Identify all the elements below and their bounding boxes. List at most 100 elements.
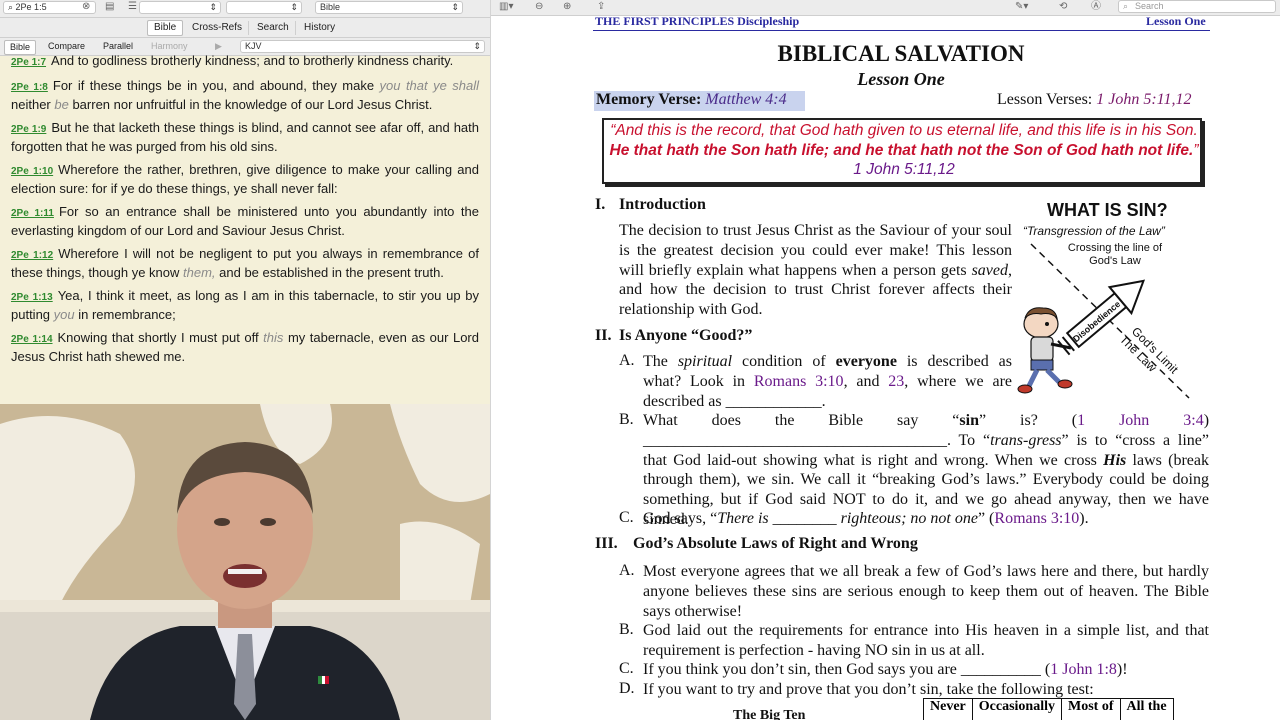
verse-row: 2Pe 1:11 For so an entrance shall be mini… — [11, 203, 479, 239]
tab-cross-refs[interactable]: Cross-Refs — [186, 21, 250, 35]
text-run: If you think you don’t sin, then God say… — [643, 661, 1051, 678]
module-select[interactable]: Bible ⇕ — [315, 1, 463, 14]
text-run: God says, “ — [643, 510, 718, 527]
1-john-3-4-link[interactable]: 1 John 3:4 — [1077, 412, 1204, 429]
chevron-updown-icon: ⇕ — [209, 2, 217, 12]
translation-value: KJV — [245, 41, 262, 51]
verse-row: 2Pe 1:14 Knowing that shortly I must put … — [11, 329, 479, 365]
item-3d-text: If you want to try and prove that you do… — [643, 681, 1094, 698]
big-ten-table: Never Occasionally Most of All the — [923, 698, 1174, 720]
module-select-value: Bible — [320, 2, 341, 12]
key-verse-text: “And this is the record, that God hath g… — [608, 121, 1200, 180]
verse-row: 2Pe 1:7 And to godliness brotherly kindne… — [11, 55, 479, 71]
mode-parallel[interactable]: Parallel — [98, 40, 138, 53]
item-3b-letter: B. — [619, 621, 634, 638]
section-2-title: Is Anyone “Good?” — [619, 327, 753, 344]
memory-verse-ref[interactable]: Matthew 4:4 — [705, 91, 786, 108]
section-1-number: I. — [595, 196, 606, 213]
s1-saved: saved — [971, 261, 1008, 279]
romans-3-10-link[interactable]: Romans 3:10 — [754, 373, 844, 390]
share-icon[interactable]: ⇪ — [597, 0, 605, 14]
verse-text: For so an entrance shall be ministered u… — [11, 204, 479, 238]
verse-ref-link[interactable]: 2Pe 1:10 — [11, 166, 53, 177]
verse-text: in remembrance; — [74, 307, 176, 322]
speaker-video-image — [0, 404, 490, 720]
item-2c-letter: C. — [619, 509, 634, 526]
verse-text: Knowing that shortly I must put off — [57, 330, 264, 345]
sin-graphic-title: WHAT IS SIN? — [1047, 200, 1168, 220]
item-2a-letter: A. — [619, 352, 635, 369]
search-icon: ⌕ — [1123, 1, 1129, 11]
pdf-viewer-pane: ▥▾ ⊖ ⊕ ⇪ ✎▾ ⟲ Ⓐ ⌕ Search THE FIRST PRINC… — [490, 0, 1280, 720]
text-run: )! — [1116, 661, 1128, 678]
item-2a-text: The spiritual condition of everyone is d… — [643, 352, 1012, 411]
tab-history[interactable]: History — [298, 21, 341, 35]
annotate-icon[interactable]: Ⓐ — [1091, 0, 1101, 14]
lesson-verses-ref[interactable]: 1 John 5:11,12 — [1096, 91, 1191, 108]
chevron-updown-icon: ⇕ — [451, 2, 459, 12]
verse-row: 2Pe 1:8 For if these things be in you, an… — [11, 77, 479, 113]
romans-3-23-link[interactable]: 23 — [888, 373, 904, 390]
lesson-subtitle: Lesson One — [857, 69, 945, 89]
reference-value: 2Pe 1:5 — [15, 2, 47, 12]
bible-app-pane: ⌕ 2Pe 1:5 ⊗ ▤ ☰ ⇕ ⇕ Bible ⇕ Bible Cross-… — [0, 0, 490, 720]
sidebar-toggle-icon[interactable]: ▥▾ — [499, 0, 513, 14]
1-john-1-8-link[interactable]: 1 John 1:8 — [1050, 661, 1117, 678]
clear-icon[interactable]: ⊗ — [82, 1, 90, 12]
item-3a-text: Most everyone agrees that we all break a… — [643, 563, 1209, 620]
lesson-verses: Lesson Verses: 1 John 5:11,12 — [997, 91, 1192, 109]
table-header: Most of — [1061, 698, 1121, 720]
item-2b-letter: B. — [619, 411, 634, 428]
play-icon[interactable]: ▶ — [210, 40, 227, 53]
item-3c-text: If you think you don’t sin, then God say… — [643, 660, 1209, 680]
verse-ref-link[interactable]: 2Pe 1:12 — [11, 250, 53, 261]
section-3-number: III. — [595, 535, 618, 552]
text-run: His — [1103, 451, 1127, 469]
section-1-text: The decision to trust Jesus Christ as th… — [619, 221, 1012, 320]
pdf-search-placeholder: Search — [1135, 1, 1164, 11]
verse-text: But he that lacketh these things is blin… — [11, 120, 479, 154]
tab-bible[interactable]: Bible — [147, 20, 184, 36]
verse-ref-link[interactable]: 2Pe 1:7 — [11, 57, 46, 68]
section-1-title: Introduction — [619, 196, 706, 213]
verse-text: neither — [11, 97, 55, 112]
rotate-icon[interactable]: ⟲ — [1059, 0, 1067, 14]
verse-ref-link[interactable]: 2Pe 1:13 — [11, 292, 53, 303]
mode-bible[interactable]: Bible — [4, 40, 37, 55]
quote-open: “And this is the record, that God hath g… — [610, 122, 1198, 139]
verse-row: 2Pe 1:10 Wherefore the rather, brethren, … — [11, 161, 479, 197]
speaker-video — [0, 404, 490, 720]
item-2c-text: God says, “There is ________ righteous; … — [643, 509, 1209, 529]
quote-close: ” — [1193, 141, 1199, 159]
verse-ref-link[interactable]: 2Pe 1:9 — [11, 124, 46, 135]
version-select[interactable]: ⇕ — [139, 1, 221, 14]
verse-ref-link[interactable]: 2Pe 1:8 — [11, 82, 48, 93]
verse-text: and be established in the present truth. — [215, 265, 444, 280]
book-select[interactable]: ⇕ — [226, 1, 302, 14]
document-series-header: THE FIRST PRINCIPLES Discipleship — [595, 14, 800, 28]
bible-toolbar: ⌕ 2Pe 1:5 ⊗ ▤ ☰ ⇕ ⇕ Bible ⇕ — [0, 0, 490, 18]
table-header: All the — [1119, 698, 1174, 720]
mode-compare[interactable]: Compare — [43, 40, 90, 53]
chevron-updown-icon: ⇕ — [473, 41, 481, 51]
quote-bold: He that hath the Son hath life; and he t… — [609, 141, 1194, 159]
memory-verse-label: Memory Verse: — [596, 91, 702, 108]
markup-pen-icon[interactable]: ✎▾ — [1015, 0, 1028, 14]
text-run: sin — [959, 412, 979, 429]
zoom-out-icon[interactable]: ⊖ — [535, 0, 543, 14]
verse-ref-link[interactable]: 2Pe 1:14 — [11, 334, 53, 345]
translation-select[interactable]: KJV ⇕ — [240, 40, 485, 53]
verse-ref-link[interactable]: 2Pe 1:11 — [11, 208, 54, 219]
quote-ref[interactable]: 1 John 5:11,12 — [853, 161, 954, 178]
lesson-verses-label: Lesson Verses: — [997, 91, 1093, 108]
list-icon[interactable]: ☰ — [128, 1, 137, 12]
zoom-in-icon[interactable]: ⊕ — [563, 0, 571, 14]
pdf-search-input[interactable]: ⌕ Search — [1118, 0, 1276, 13]
big-ten-label: The Big Ten — [733, 708, 806, 720]
book-icon[interactable]: ▤ — [105, 1, 114, 12]
table-header: Never — [923, 698, 973, 720]
romans-3-10-link[interactable]: Romans 3:10 — [994, 510, 1079, 527]
verse-row: 2Pe 1:13 Yea, I think it meet, as long as… — [11, 287, 479, 323]
mode-harmony[interactable]: Harmony — [146, 40, 193, 53]
tab-search[interactable]: Search — [251, 21, 296, 35]
